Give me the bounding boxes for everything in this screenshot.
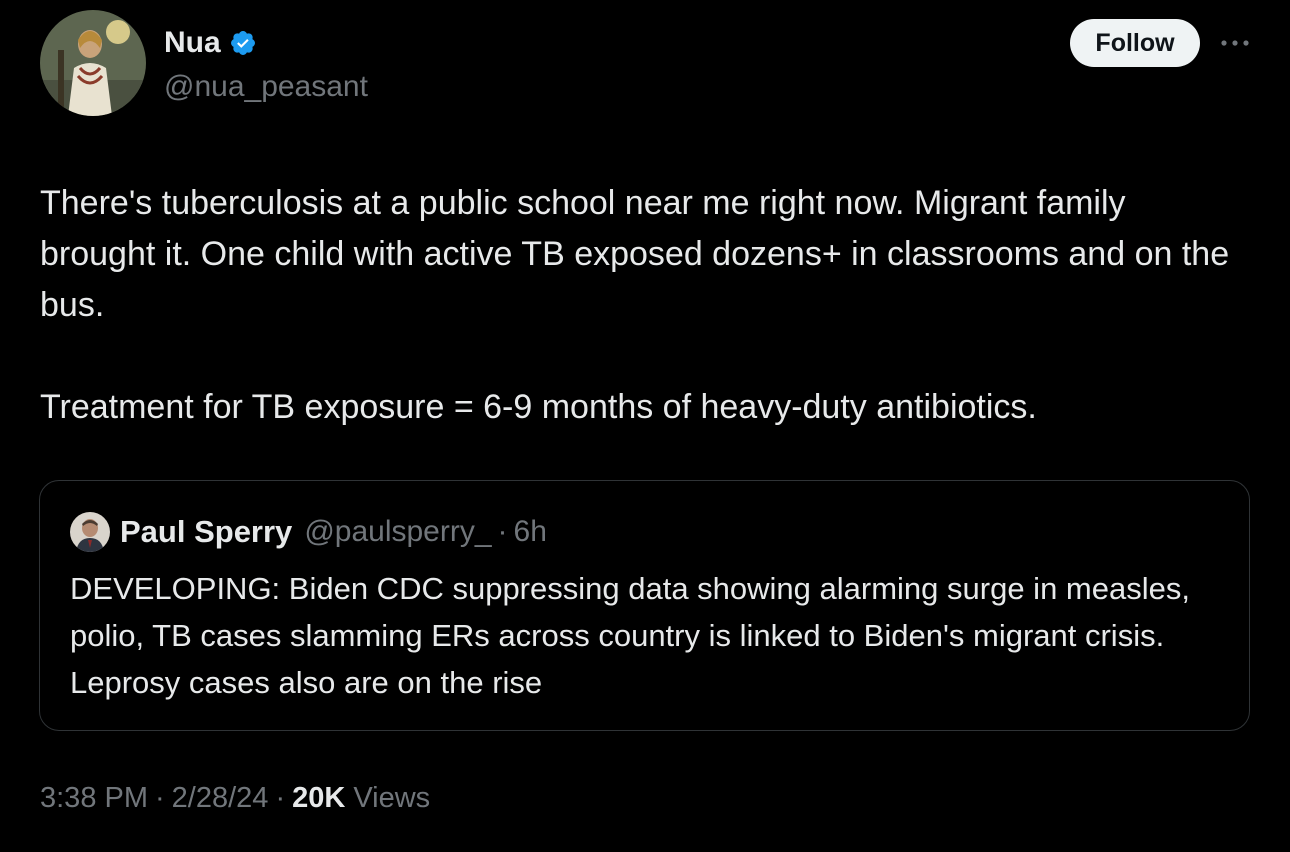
quoted-tweet-text: DEVELOPING: Biden CDC suppressing data s… bbox=[70, 571, 1190, 700]
quoted-author-avatar[interactable] bbox=[70, 512, 110, 552]
tweet-paragraph: There's tuberculosis at a public school … bbox=[40, 184, 1230, 324]
quoted-author-name[interactable]: Paul Sperry bbox=[120, 514, 292, 550]
profile-avatar-icon bbox=[40, 10, 146, 116]
quoted-author-handle[interactable]: @paulsperry_ bbox=[304, 515, 491, 549]
tweet-meta: 3:38 PM · 2/28/24 · 20K Views bbox=[40, 782, 430, 815]
quoted-tweet-card[interactable]: Paul Sperry @paulsperry_ · 6h DEVELOPING… bbox=[39, 480, 1250, 731]
meta-separator: · bbox=[155, 782, 165, 814]
author-avatar[interactable] bbox=[40, 10, 146, 116]
follow-button[interactable]: Follow bbox=[1070, 19, 1200, 67]
author-info: Nua @nua_peasant bbox=[164, 24, 368, 104]
author-display-name[interactable]: Nua bbox=[164, 26, 221, 60]
tweet-date[interactable]: 2/28/24 bbox=[172, 782, 269, 815]
views-count[interactable]: 20K bbox=[292, 782, 345, 815]
quoted-timestamp[interactable]: 6h bbox=[514, 515, 547, 549]
quoted-avatar-icon bbox=[70, 512, 110, 552]
meta-separator: · bbox=[275, 782, 286, 814]
quoted-separator: · bbox=[497, 515, 508, 548]
tweet-paragraph: Treatment for TB exposure = 6-9 months o… bbox=[40, 388, 1037, 426]
author-handle[interactable]: @nua_peasant bbox=[164, 70, 368, 104]
tweet-text: There's tuberculosis at a public school … bbox=[40, 178, 1240, 433]
display-name-row: Nua bbox=[164, 24, 368, 62]
more-horizontal-icon[interactable] bbox=[1218, 30, 1252, 56]
quoted-tweet-header: Paul Sperry @paulsperry_ · 6h bbox=[70, 511, 547, 553]
verified-badge-icon[interactable] bbox=[229, 29, 257, 57]
tweet-header: Nua @nua_peasant Follow bbox=[40, 10, 1260, 116]
views-label: Views bbox=[353, 782, 431, 814]
tweet-time[interactable]: 3:38 PM bbox=[40, 782, 148, 815]
